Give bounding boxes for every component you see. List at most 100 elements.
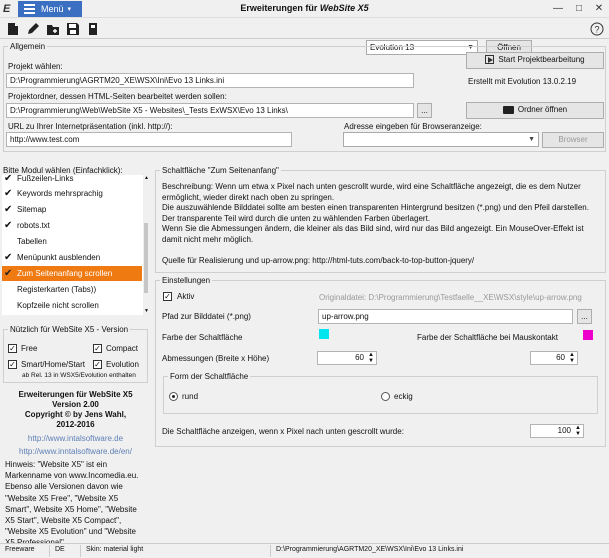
dimensions-label: Abmessungen (Breite x Höhe) [162,354,270,363]
title-bar: E Menü ▾ Erweiterungen für WebSite X5 — … [0,0,609,18]
browse-image-button[interactable]: ... [577,309,592,324]
scroll-top-description: Beschreibung: Wenn um etwa x Pixel nach … [162,182,602,266]
minimize-button[interactable]: — [548,0,568,18]
language-text: DE [55,546,65,553]
project-field[interactable]: D:\Programmierung\AGRTM20_XE\WSX\Ini\Evo… [6,73,414,88]
window-title-product: WebSite X5 [319,3,369,13]
module-item[interactable]: ✔ Keywords mehrsprachig [2,186,142,201]
module-list-scrollbar[interactable]: ▲ ▼ [143,175,148,315]
new-file-icon[interactable] [6,22,20,36]
checkmark-icon: ✔ [4,220,13,231]
scroll-threshold-stepper[interactable]: 100 ▲ ▼ [530,424,584,438]
general-legend: Allgemein [10,42,46,51]
module-item[interactable]: Kopfzeile nicht scrollen [2,298,142,313]
module-item[interactable]: ✔ Fußzeilen-Links [2,175,142,186]
checkmark-icon: ✔ [4,252,13,263]
evolution-checkbox[interactable]: ✓ [93,360,102,369]
module-item-label: Keywords mehrsprachig [17,189,103,198]
module-item[interactable]: ✔ robots.txt [2,218,142,233]
start-project-label: Start Projektbearbeitung [498,55,585,64]
browse-folder-button[interactable]: ... [417,103,432,118]
module-item-label: Menüpunkt ausblenden [17,253,101,262]
shape-legend: Form der Schaltfläche [170,372,249,381]
scroll-threshold-label: Die Schaltfläche anzeigen, wenn x Pixel … [162,427,404,436]
status-bar: Freeware DE Skin: material light D:\Prog… [0,543,609,558]
version-note: ab Rel. 13 in WSX5/Evolution enthalten [22,372,136,379]
active-label: Aktiv [177,292,195,301]
free-checkbox[interactable]: ✓ [8,344,17,353]
module-item[interactable]: ✔ Sitemap [2,202,142,217]
url-field[interactable]: http://www.test.com [6,132,292,147]
chat-icon [502,105,514,114]
toolbar: Evolution 13 ▼ Öffnen ? [0,19,609,56]
module-item[interactable]: Tabellen [2,234,142,249]
edit-icon[interactable] [26,22,40,36]
compact-checkbox[interactable]: ✓ [93,344,102,353]
status-divider [80,545,81,557]
compact-label: Compact [106,344,139,353]
browser-address-label: Adresse eingeben für Browseranzeige: [344,122,482,131]
smart-checkbox[interactable]: ✓ [8,360,17,369]
save-as-icon[interactable] [86,22,100,36]
folder-field[interactable]: D:\Programmierung\Web\WebSite X5 - Websi… [6,103,414,118]
website-en-link[interactable]: http://www.inntalsoftware.de/en/ [19,447,132,456]
module-item[interactable]: ✔ Menüpunkt ausblenden [2,250,142,265]
button-color-swatch[interactable] [319,329,329,339]
status-divider [49,545,50,557]
start-project-button[interactable]: Start Projektbearbeitung [466,52,604,69]
about-links: http://www.intalsoftware.de http://www.i… [3,432,148,458]
stepper-arrows-icon[interactable]: ▲ ▼ [575,425,581,437]
module-item-label: Registerkarten (Tabs)) [17,285,97,294]
original-file-text: Originaldatei: D:\Programmierung\Testfae… [319,293,582,302]
browser-address-select[interactable]: ▼ [343,132,539,147]
stepper-arrows-icon[interactable]: ▲ ▼ [569,352,575,364]
width-value: 60 [355,353,364,362]
desc-line: Beschreibung: Wenn um etwa x Pixel nach … [162,182,581,191]
module-item-selected[interactable]: ✔ Zum Seitenanfang scrollen [2,266,142,281]
module-item[interactable]: Registerkarten (Tabs)) [2,282,142,297]
active-checkbox[interactable]: ✓ [163,292,172,301]
module-item-label: Fußzeilen-Links [17,175,74,183]
shape-round-radio[interactable] [169,392,178,401]
hover-color-label: Farbe der Schaltfläche bei Mauskontakt [417,333,558,342]
desc-line: Wenn Sie die Abmessungen ändern, die kle… [162,224,584,234]
open-folder-button[interactable]: Ordner öffnen [466,102,604,119]
url-label: URL zu Ihrer Internetpräsentation (inkl.… [8,122,173,131]
checkmark-icon: ✔ [4,204,13,215]
height-value: 60 [556,353,565,362]
about-line4: 2012-2016 [56,420,95,429]
created-with-text: Erstellt mit Evolution 13.0.2.19 [468,77,577,86]
scroll-up-icon[interactable]: ▲ [143,175,148,181]
shape-round-label: rund [182,392,199,401]
stepper-arrows-icon[interactable]: ▲ ▼ [368,352,374,364]
height-stepper[interactable]: 60 ▲ ▼ [530,351,578,365]
image-path-field[interactable]: up-arrow.png [318,309,573,324]
hover-color-swatch[interactable] [583,330,593,340]
shape-square-radio[interactable] [381,392,390,401]
version-usage-legend: Nützlich für WebSite X5 - Version [10,325,129,334]
width-stepper[interactable]: 60 ▲ ▼ [317,351,377,365]
free-label: Free [21,344,38,353]
color-label: Farbe der Schaltfläche [162,333,243,342]
close-button[interactable]: ✕ [589,0,609,18]
about-line3: Copyright © by Jens Wahl, [24,410,127,419]
module-item-label: Tabellen [17,237,47,246]
checkmark-icon: ✔ [4,188,13,199]
module-item-label: Kopfzeile nicht scrollen [17,301,99,310]
save-icon[interactable] [66,22,80,36]
checkmark-icon: ✔ [4,268,13,279]
scrollbar-thumb[interactable] [144,223,148,293]
website-link[interactable]: http://www.intalsoftware.de [28,434,123,443]
desc-line: damit nicht mehr möglich. [162,234,254,244]
shape-square-label: eckig [394,392,413,401]
new-folder-icon[interactable] [46,22,60,36]
settings-legend: Einstellungen [162,276,211,285]
shape-group: Form der Schaltfläche [163,372,598,414]
about-line2: Version 2.00 [52,400,99,409]
scroll-down-icon[interactable]: ▼ [143,308,148,314]
project-label: Projekt wählen: [8,62,63,71]
maximize-button[interactable]: □ [569,0,589,18]
browser-button[interactable]: Browser [542,132,604,148]
open-folder-label: Ordner öffnen [517,105,568,114]
help-icon[interactable]: ? [590,22,604,36]
